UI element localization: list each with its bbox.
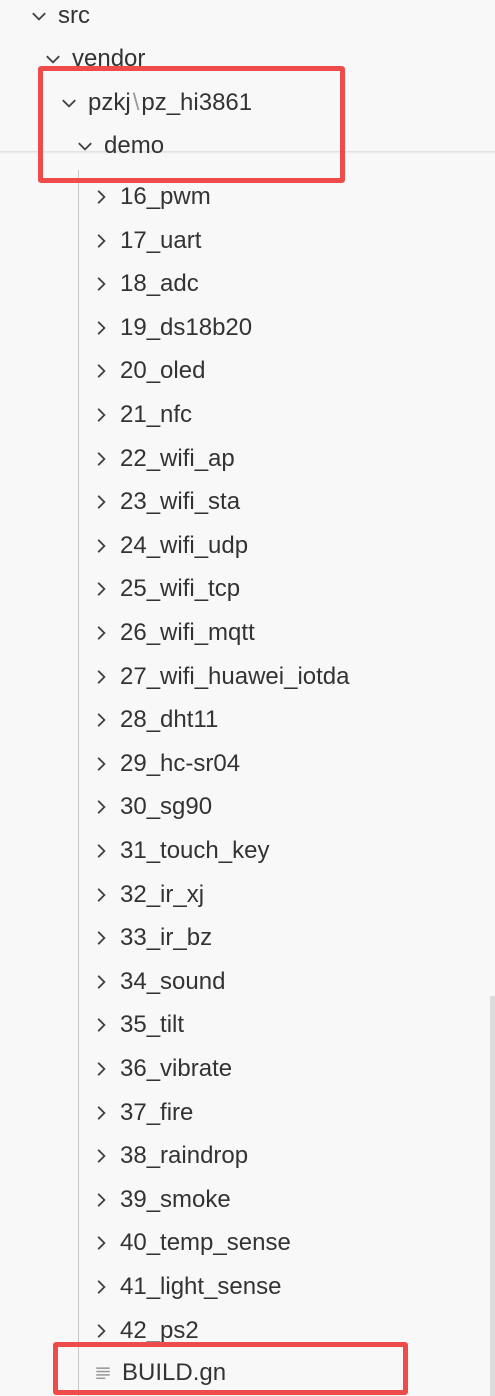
folder-label: 28_dht11	[120, 705, 219, 733]
chevron-down-icon	[42, 48, 64, 70]
chevron-right-icon	[90, 796, 112, 818]
tree-folder-item[interactable]: 40_temp_sense	[0, 1221, 495, 1264]
tree-folder-demo[interactable]: demo	[0, 124, 495, 167]
chevron-right-icon	[90, 317, 112, 339]
folder-label: src	[58, 1, 90, 29]
compact-folder-part[interactable]: pz_hi3861	[141, 88, 252, 118]
tree-folder-item[interactable]: 35_tilt	[0, 1003, 495, 1046]
folder-label: 22_wifi_ap	[120, 444, 235, 472]
chevron-right-icon	[90, 1320, 112, 1342]
chevron-right-icon	[90, 535, 112, 557]
tree-folder-item[interactable]: 36_vibrate	[0, 1047, 495, 1090]
folder-label: 25_wifi_tcp	[120, 574, 241, 602]
file-label: BUILD.gn	[122, 1358, 227, 1386]
compact-folder-separator: \	[132, 88, 140, 116]
folder-label: 37_fire	[120, 1098, 194, 1126]
chevron-right-icon	[90, 709, 112, 731]
chevron-right-icon	[90, 1014, 112, 1036]
tree-folder-item[interactable]: 38_raindrop	[0, 1134, 495, 1177]
tree-folder-vendor[interactable]: vendor	[0, 37, 495, 80]
folder-label: 33_ir_bz	[120, 923, 213, 951]
tree-folder-item[interactable]: 37_fire	[0, 1091, 495, 1134]
folder-label: 40_temp_sense	[120, 1228, 291, 1256]
tree-folder-item[interactable]: 20_oled	[0, 349, 495, 392]
chevron-right-icon	[90, 1102, 112, 1124]
chevron-right-icon	[90, 1189, 112, 1211]
folder-label: 29_hc-sr04	[120, 749, 241, 777]
folder-label: 32_ir_xj	[120, 880, 205, 908]
folder-label: 20_oled	[120, 356, 206, 384]
folder-label: 26_wifi_mqtt	[120, 618, 255, 646]
tree-folder-item[interactable]: 29_hc-sr04	[0, 742, 495, 785]
chevron-right-icon	[90, 622, 112, 644]
folder-label: 41_light_sense	[120, 1272, 282, 1300]
tree-folder-item[interactable]: 18_adc	[0, 262, 495, 305]
tree-folder-pzkj-pz-hi3861[interactable]: pzkj \ pz_hi3861	[0, 81, 495, 124]
chevron-right-icon	[90, 491, 112, 513]
chevron-right-icon	[90, 840, 112, 862]
tree-file-build-gn[interactable]: BUILD.gn	[0, 1351, 495, 1394]
compact-folder-label: pzkj \ pz_hi3861	[88, 88, 252, 118]
chevron-right-icon	[90, 1276, 112, 1298]
tree-folder-item[interactable]: 34_sound	[0, 960, 495, 1003]
tree-folder-item[interactable]: 16_pwm	[0, 175, 495, 218]
chevron-right-icon	[90, 1232, 112, 1254]
folder-label: 34_sound	[120, 967, 226, 995]
folder-label: 42_ps2	[120, 1316, 199, 1344]
folder-label: 38_raindrop	[120, 1141, 249, 1169]
chevron-right-icon	[90, 1058, 112, 1080]
tree-folder-item[interactable]: 33_ir_bz	[0, 916, 495, 959]
tree-folder-item[interactable]: 27_wifi_huawei_iotda	[0, 655, 495, 698]
tree-folder-item[interactable]: 42_ps2	[0, 1309, 495, 1352]
tree-folder-item[interactable]: 30_sg90	[0, 785, 495, 828]
folder-label: 31_touch_key	[120, 836, 270, 864]
folder-label: 36_vibrate	[120, 1054, 233, 1082]
chevron-down-icon	[58, 92, 80, 114]
chevron-right-icon	[90, 971, 112, 993]
chevron-down-icon	[74, 135, 96, 157]
chevron-right-icon	[90, 884, 112, 906]
chevron-right-icon	[90, 927, 112, 949]
folder-label: 19_ds18b20	[120, 313, 253, 341]
tree-folder-item[interactable]: 41_light_sense	[0, 1265, 495, 1308]
folder-label: 39_smoke	[120, 1185, 231, 1213]
folder-label: 23_wifi_sta	[120, 487, 241, 515]
folder-label: 21_nfc	[120, 400, 193, 428]
chevron-down-icon	[28, 5, 50, 27]
tree-folder-item[interactable]: 17_uart	[0, 219, 495, 262]
folder-label: 24_wifi_udp	[120, 531, 249, 559]
tree-folder-item[interactable]: 26_wifi_mqtt	[0, 611, 495, 654]
lines-file-icon	[92, 1362, 114, 1384]
tree-folder-item[interactable]: 23_wifi_sta	[0, 480, 495, 523]
folder-label: vendor	[72, 44, 146, 72]
tree-folder-item[interactable]: 21_nfc	[0, 393, 495, 436]
folder-label: 17_uart	[120, 226, 202, 254]
folder-label: 16_pwm	[120, 182, 211, 210]
tree-folder-src[interactable]: src	[0, 0, 495, 37]
folder-label: 30_sg90	[120, 792, 213, 820]
folder-label: demo	[104, 131, 165, 159]
chevron-right-icon	[90, 1145, 112, 1167]
tree-folder-item[interactable]: 19_ds18b20	[0, 306, 495, 349]
folder-label: 18_adc	[120, 269, 199, 297]
chevron-right-icon	[90, 273, 112, 295]
chevron-right-icon	[90, 186, 112, 208]
tree-folder-item[interactable]: 25_wifi_tcp	[0, 567, 495, 610]
chevron-right-icon	[90, 404, 112, 426]
folder-label: 35_tilt	[120, 1010, 185, 1038]
tree-folder-item[interactable]: 28_dht11	[0, 698, 495, 741]
tree-folder-item[interactable]: 32_ir_xj	[0, 873, 495, 916]
chevron-right-icon	[90, 753, 112, 775]
compact-folder-part[interactable]: pzkj	[88, 88, 131, 118]
tree-folder-item[interactable]: 22_wifi_ap	[0, 437, 495, 480]
tree-folder-item[interactable]: 24_wifi_udp	[0, 524, 495, 567]
folder-label: 27_wifi_huawei_iotda	[120, 662, 350, 690]
chevron-right-icon	[90, 360, 112, 382]
chevron-right-icon	[90, 666, 112, 688]
chevron-right-icon	[90, 448, 112, 470]
tree-folder-item[interactable]: 31_touch_key	[0, 829, 495, 872]
chevron-right-icon	[90, 230, 112, 252]
tree-folder-item[interactable]: 39_smoke	[0, 1178, 495, 1221]
chevron-right-icon	[90, 578, 112, 600]
